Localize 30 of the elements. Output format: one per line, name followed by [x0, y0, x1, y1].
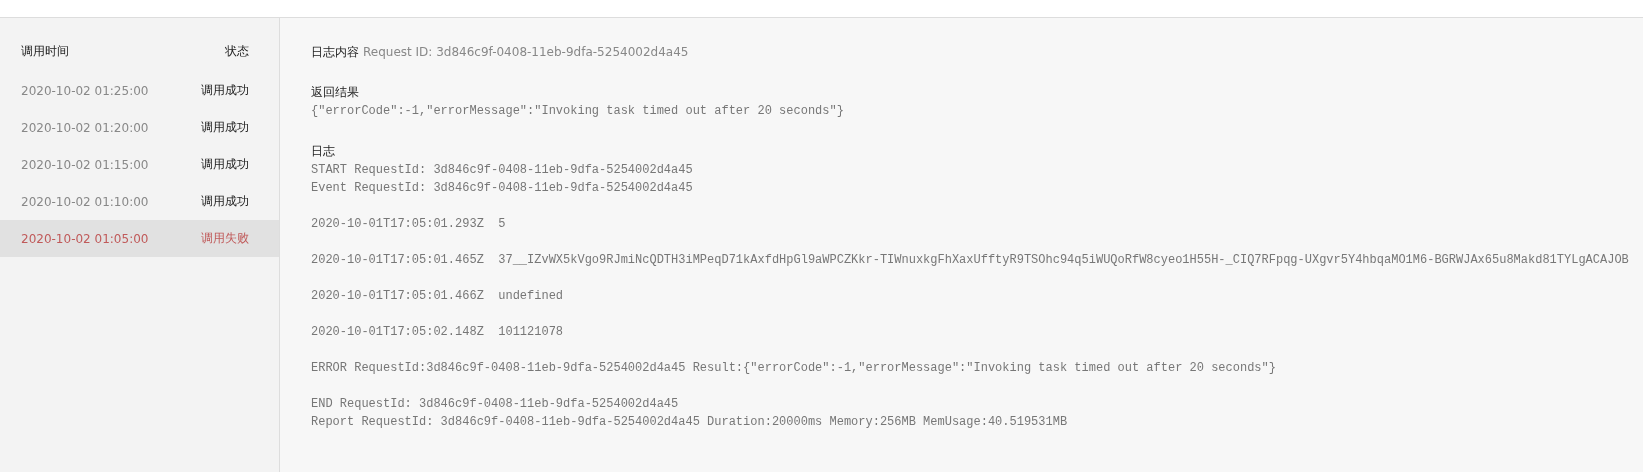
log-line: Event RequestId: 3d846c9f-0408-11eb-9dfa-5254002d4a45: [311, 180, 694, 197]
column-header: 状态: [225, 43, 249, 60]
invocation-status: 调用成功: [201, 156, 249, 173]
invocation-row[interactable]: 2020-10-02 01:10:00 调用成功: [0, 183, 279, 220]
log-line: 2020-10-01T17:05:01.293Z 5: [311, 216, 507, 233]
result-text: {"errorCode":-1,"errorMessage":"Invoking task timed out after 20 seconds"}: [311, 103, 845, 120]
log-line: Report RequestId: 3d846c9f-0408-11eb-9dfa-5254002d4a45 Duration:20000ms Memory:256MB MemUsage:40.519531MB: [311, 414, 1069, 431]
invocation-time: 2020-10-02 01:05:00: [21, 231, 149, 246]
log-line: END RequestId: 3d846c9f-0408-11eb-9dfa-5254002d4a45: [311, 396, 680, 413]
log-line: 2020-10-01T17:05:01.465Z 37__IZvWX5kVgo9RJmiNcQDTH3iMPeqD71kAxfdHpGl9aWPCZKkr-TIWnuxkgFhXaxUfftyR9TSOhc94q5iWUQoRfW8cyeo1H55H-_CIQ7RFpqg-UXgvr5Y4hbqaMO1M6-BGRWJAx65u8Makd81TYLgACAJOB: [311, 252, 1630, 269]
log-line: 2020-10-01T17:05:02.148Z 101121078: [311, 324, 565, 341]
invocation-row[interactable]: 2020-10-02 01:20:00 调用成功: [0, 109, 279, 146]
invocation-status: 调用成功: [201, 193, 249, 210]
invocation-time: 2020-10-02 01:20:00: [21, 120, 149, 135]
invocation-row[interactable]: 2020-10-02 01:25:00 调用成功: [0, 72, 279, 109]
section-heading: 返回结果: [311, 84, 360, 101]
section-heading: 日志: [311, 143, 336, 160]
invocation-time: 2020-10-02 01:25:00: [21, 83, 149, 98]
request-id: Request ID: 3d846c9f-0408-11eb-9dfa-5254002d4a45: [363, 45, 689, 59]
log-line: 2020-10-01T17:05:01.466Z undefined: [311, 288, 565, 305]
invocation-time: 2020-10-02 01:10:00: [21, 194, 149, 209]
invocation-status: 调用失败: [201, 230, 249, 247]
invocation-status: 调用成功: [201, 119, 249, 136]
invocation-time: 2020-10-02 01:15:00: [21, 157, 149, 172]
log-line: ERROR RequestId:3d846c9f-0408-11eb-9dfa-5254002d4a45 Result:{"errorCode":-1,"errorMessage":"Invoking task timed out after 20 seconds"}: [311, 360, 1277, 377]
log-title: 日志内容: [311, 43, 359, 61]
invocation-row[interactable]: 2020-10-02 01:15:00 调用成功: [0, 146, 279, 183]
log-line: START RequestId: 3d846c9f-0408-11eb-9dfa-5254002d4a45: [311, 162, 694, 179]
invocation-status: 调用成功: [201, 82, 249, 99]
column-header: 调用时间: [21, 43, 69, 60]
